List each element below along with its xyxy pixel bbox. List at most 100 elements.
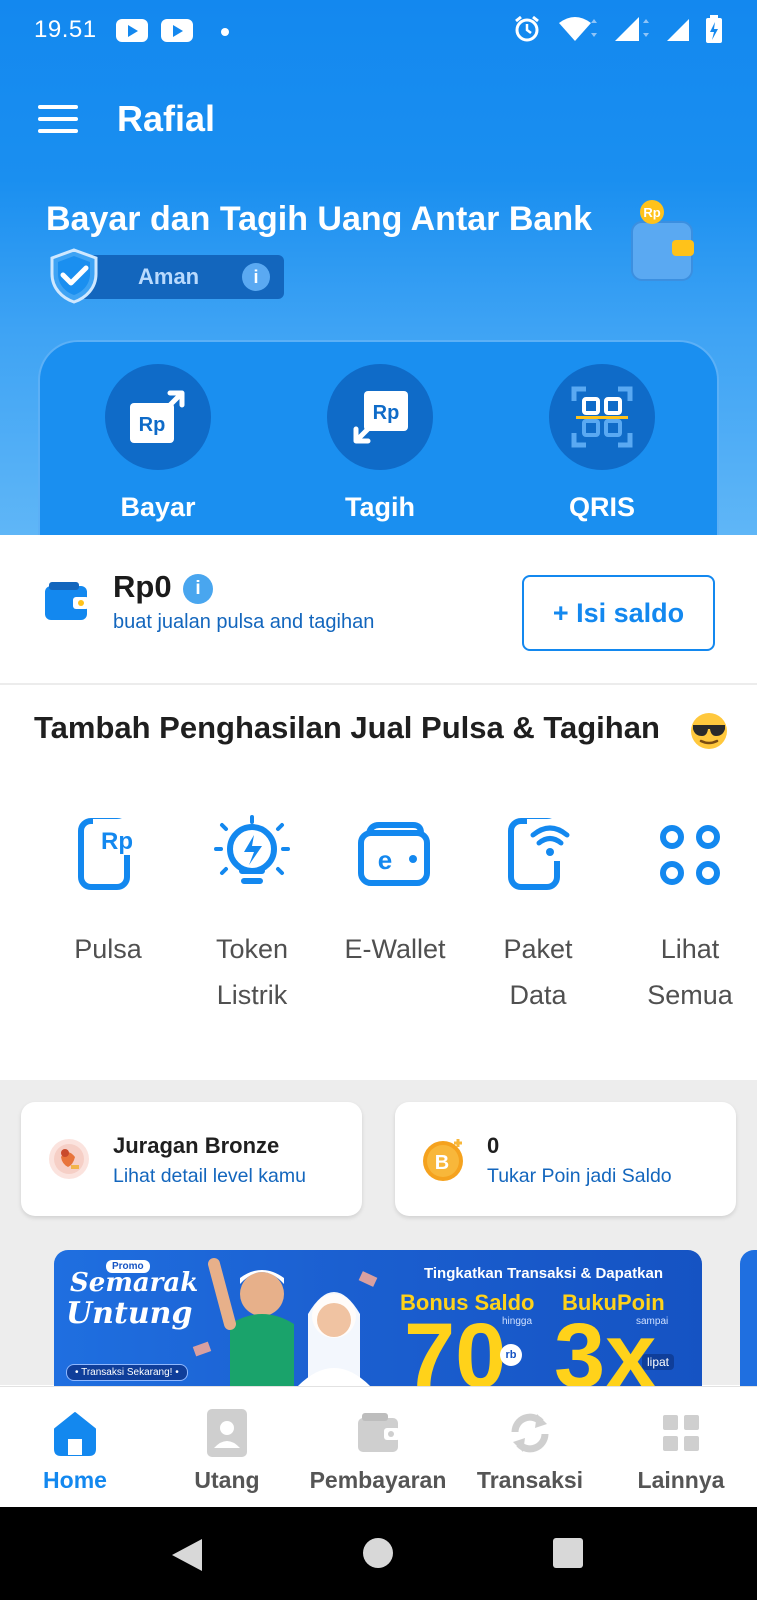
balance-section: Rp0 i buat jualan pulsa and tagihan + Is… (0, 535, 757, 685)
banner-poin-unit: lipat (642, 1354, 675, 1370)
quick-action-circle: Rp (105, 364, 211, 470)
grid-icon (660, 825, 720, 885)
nav-label: Pembayaran (309, 1467, 447, 1493)
coin-letter: B (435, 1152, 449, 1174)
product-label-line: Lihat (660, 934, 720, 964)
section-title: Tambah Penghasilan Jual Pulsa & Tagihan (34, 710, 660, 745)
nav-transaksi[interactable]: Transaksi (455, 1407, 605, 1494)
product-label-line: Paket (503, 934, 573, 964)
security-badge[interactable]: Aman i (70, 255, 284, 299)
info-icon[interactable]: i (183, 574, 213, 604)
hero-title: Bayar dan Tagih Uang Antar Bank (46, 200, 592, 238)
banner-bonus-unit: rb (500, 1344, 522, 1366)
quick-action-qris[interactable]: QRIS (522, 364, 682, 523)
status-time: 19.51 (34, 16, 97, 43)
banner-people-illustration-icon (192, 1258, 378, 1386)
back-icon[interactable] (170, 1537, 204, 1573)
home-circle-icon[interactable] (362, 1537, 394, 1569)
product-label: Token Listrik (182, 926, 322, 1018)
app-title: Rafial (117, 98, 216, 139)
rp-send-icon: Rp (130, 390, 185, 443)
product-label-line: Semua (647, 980, 733, 1010)
shield-check-icon (50, 248, 98, 304)
hamburger-line (38, 129, 78, 133)
nav-lainnya[interactable]: Lainnya (606, 1407, 756, 1494)
phone-wifi-icon (508, 818, 573, 890)
product-label-line: Listrik (216, 980, 288, 1010)
wallet-icon (45, 582, 89, 620)
signal-icon (615, 17, 649, 41)
security-badge-label: Aman (138, 264, 200, 289)
product-icon-wrap (468, 810, 608, 900)
product-icon-wrap (620, 810, 757, 900)
contact-book-icon (207, 1409, 247, 1457)
quick-action-label: Bayar (120, 492, 196, 522)
svg-text:Rp: Rp (139, 414, 166, 436)
banner-poin-prefix: sampai (636, 1316, 669, 1327)
product-label: Lihat Semua (620, 926, 757, 1018)
nav-home[interactable]: Home (0, 1407, 150, 1494)
signal-icon (667, 19, 689, 41)
ewallet-icon: e (358, 822, 430, 886)
quick-action-bayar[interactable]: Rp Bayar (78, 364, 238, 523)
product-label-line: Pulsa (74, 934, 142, 964)
system-navigation-bar (0, 1507, 757, 1600)
bottom-navigation: Home Utang Pembayaran Transaksi Lainnya (0, 1386, 757, 1507)
product-grid: Rp Pulsa Token Listrik e E-Wallet Paket … (0, 810, 757, 1080)
bronze-badge-icon (49, 1139, 89, 1179)
top-up-button[interactable]: + Isi saldo (522, 575, 715, 651)
product-label-line: Data (509, 980, 567, 1010)
nav-icon-wrap (303, 1407, 453, 1459)
qris-icon (571, 386, 633, 448)
product-label-line: E-Wallet (344, 934, 446, 964)
product-icon-wrap (182, 810, 322, 900)
quick-action-tagih[interactable]: Rp Tagih (300, 364, 460, 523)
banner-brand-line2: Untung (66, 1296, 193, 1331)
wallet-coin-label: Rp (643, 205, 660, 220)
status-bar: 19.51 (0, 0, 757, 62)
banner-bonus-prefix: hingga (502, 1316, 533, 1327)
product-label: Paket Data (468, 926, 608, 1018)
product-lihat-semua[interactable]: Lihat Semua (620, 810, 757, 1018)
phone-rp-icon: Rp (78, 818, 141, 890)
svg-text:Rp: Rp (373, 402, 400, 424)
nav-icon-wrap (152, 1407, 302, 1459)
product-label: E-Wallet (325, 926, 465, 972)
recents-icon[interactable] (552, 1537, 584, 1569)
svg-text:e: e (378, 845, 392, 875)
quick-action-circle (549, 364, 655, 470)
wallet-icon (358, 1413, 400, 1452)
next-banner-peek[interactable] (740, 1250, 757, 1386)
rp-receive-icon: Rp (353, 391, 408, 444)
product-pulsa[interactable]: Rp Pulsa (38, 810, 178, 972)
menu-button[interactable] (38, 105, 78, 135)
sync-icon (511, 1413, 549, 1453)
youtube-notification-icon (161, 19, 193, 42)
balance-amount: Rp0 (113, 569, 172, 604)
more-notifications-icon (221, 28, 229, 36)
nav-icon-wrap (606, 1407, 756, 1459)
level-card-title: Juragan Bronze (113, 1133, 280, 1158)
points-card[interactable]: B 0 Tukar Poin jadi Saldo (395, 1102, 736, 1216)
product-paket-data[interactable]: Paket Data (468, 810, 608, 1018)
product-e-wallet[interactable]: e E-Wallet (325, 810, 465, 972)
info-icon[interactable]: i (242, 263, 270, 291)
nav-label: Utang (194, 1467, 260, 1493)
points-card-subtitle: Tukar Poin jadi Saldo (487, 1165, 672, 1187)
balance-subtitle: buat jualan pulsa and tagihan (113, 611, 375, 633)
lightbulb-icon (214, 815, 290, 884)
banner-cta: • Transaksi Sekarang! • (66, 1364, 188, 1381)
home-icon (54, 1412, 96, 1456)
nav-utang[interactable]: Utang (152, 1407, 302, 1494)
hamburger-line (38, 117, 78, 121)
product-icon-wrap: Rp (38, 810, 178, 900)
promo-banner[interactable]: Promo Semarak Untung • Transaksi Sekaran… (54, 1250, 702, 1386)
product-token-listrik[interactable]: Token Listrik (182, 810, 322, 1018)
banner-headline: Tingkatkan Transaksi & Dapatkan (424, 1265, 663, 1282)
wallet-illustration-icon: Rp (631, 200, 694, 281)
level-card[interactable]: Juragan Bronze Lihat detail level kamu (21, 1102, 362, 1216)
banner-bonus-value: 70 (404, 1305, 507, 1386)
quick-action-label: QRIS (568, 492, 635, 522)
nav-pembayaran[interactable]: Pembayaran (303, 1407, 453, 1494)
alarm-icon (515, 15, 539, 42)
